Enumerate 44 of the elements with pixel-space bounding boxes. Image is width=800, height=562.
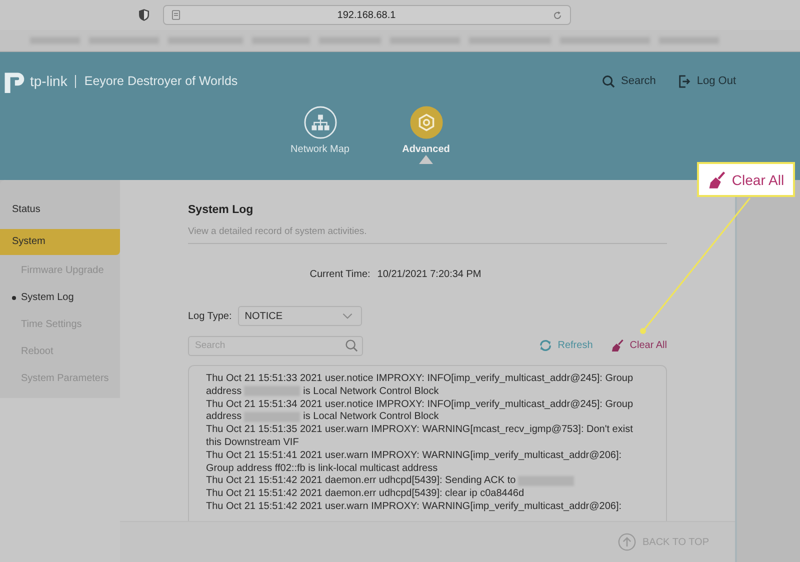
log-text: is Local Network Control Block <box>303 386 439 397</box>
log-text: Thu Oct 21 15:51:33 2021 user.notice IMPROXY: INFO[imp_verify_multicast_addr@245]: Group <box>206 373 634 384</box>
chevron-icon <box>342 313 353 319</box>
search-icon <box>345 339 358 352</box>
log-text: Thu Oct 21 15:51:42 2021 daemon.err udhcpd[5439]: Sending ACK to <box>206 475 516 486</box>
sidebar-subitem[interactable]: System Log <box>0 290 120 317</box>
log-text: address <box>206 411 242 422</box>
log-text: Thu Oct 21 15:51:42 2021 user.warn IMPROXY: WARNING[imp_verify_multicast_addr@206]: <box>206 500 622 512</box>
log-text: address <box>206 386 242 397</box>
nav-tab[interactable]: Network Map <box>284 106 356 158</box>
url-text: 192.168.68.1 <box>336 10 397 20</box>
network-map-icon <box>304 106 336 139</box>
shield-icon[interactable] <box>139 9 149 21</box>
page-icon <box>172 10 180 20</box>
refresh-button[interactable]: Refresh <box>538 338 593 352</box>
callout-label: Clear All <box>732 172 784 188</box>
log-text: Thu Oct 21 15:51:42 2021 daemon.err udhcpd[5439]: clear ip c0a8446d <box>206 488 524 500</box>
clear-all-button[interactable]: Clear All <box>610 338 667 352</box>
log-text: Thu Oct 21 15:51:35 2021 user.warn IMPROXY: WARNING[mcast_recv_igmp@753]: Don't exist <box>206 424 633 436</box>
log-type-label: Log Type: <box>188 310 232 322</box>
page-subtitle: View a detailed record of system activities. <box>188 226 368 237</box>
logout-link[interactable]: Log Out <box>678 74 736 88</box>
current-time-label: Current Time: <box>310 269 370 280</box>
current-time-value: 10/21/2021 7:20:34 PM <box>377 269 482 280</box>
broom-icon <box>708 170 726 188</box>
reload-icon[interactable] <box>553 10 562 20</box>
address-bar[interactable]: 192.168.68.1 <box>163 5 571 25</box>
refresh-icon <box>538 338 552 352</box>
sidebar-item[interactable]: System <box>0 229 120 255</box>
log-type-dropdown[interactable]: NOTICE <box>238 306 362 326</box>
search-icon <box>602 74 615 88</box>
log-text: Thu Oct 21 15:51:41 2021 user.warn IMPROXY: WARNING[imp_verify_multicast_addr@206]: <box>206 450 622 461</box>
logout-icon <box>678 74 691 88</box>
search-link[interactable]: Search <box>602 74 656 88</box>
sidebar-item[interactable]: Status <box>0 202 120 229</box>
device-name: Eeyore Destroyer of Worlds <box>84 74 238 88</box>
gear-icon <box>410 106 442 139</box>
log-text: this Downstream VIF <box>206 436 299 448</box>
brand-name: tp-link <box>30 73 68 89</box>
log-text: is Local Network Control Block <box>303 411 439 422</box>
broom-icon <box>610 338 624 352</box>
page-title: System Log <box>188 204 254 216</box>
log-text: Thu Oct 21 15:51:34 2021 user.notice IMPROXY: INFO[imp_verify_multicast_addr@245]: Group <box>206 398 634 410</box>
log-text: Group address ff02::fb is link-local multicast address <box>206 462 438 474</box>
